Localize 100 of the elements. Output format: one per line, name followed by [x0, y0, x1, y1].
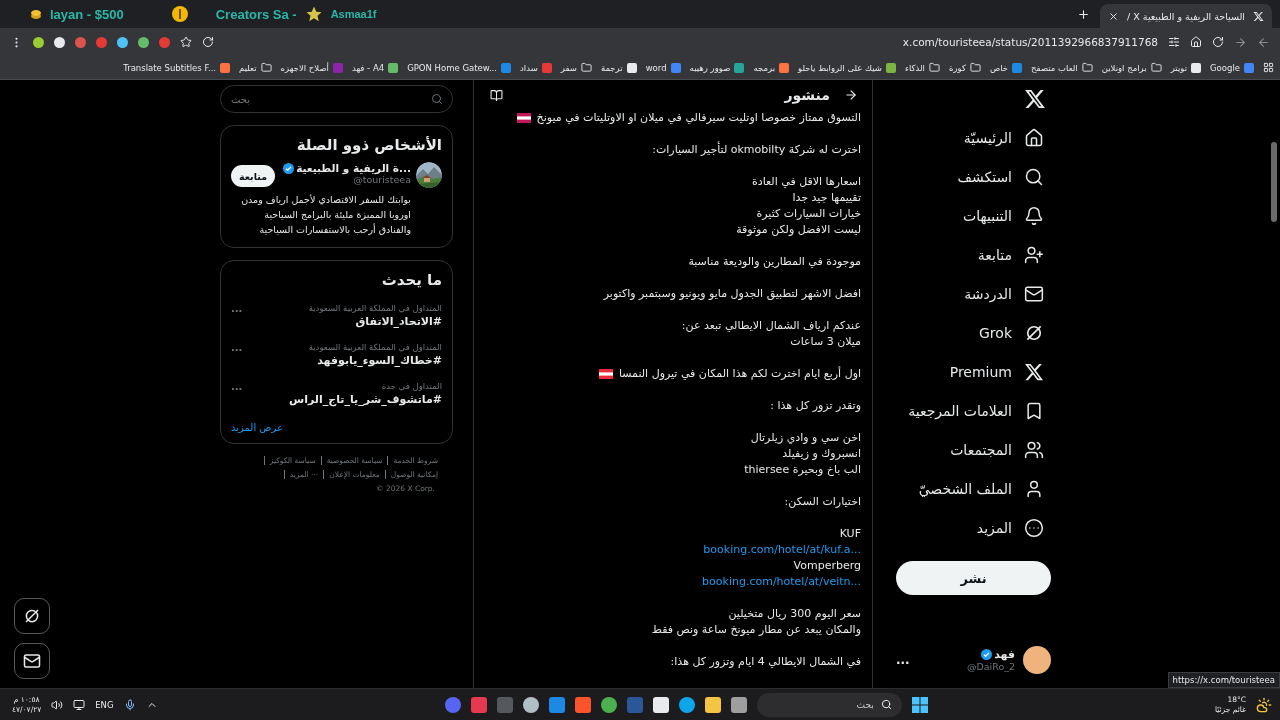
- page-title: منشور: [784, 87, 830, 103]
- bookmark-item[interactable]: ترجمة: [600, 62, 637, 73]
- home-icon[interactable]: [1190, 36, 1202, 48]
- app-icon[interactable]: [678, 696, 695, 713]
- trend-context: المتداول في المملكة العربية السعودية: [308, 342, 442, 352]
- more-icon: [1024, 517, 1044, 538]
- nav-item[interactable]: المجتمعات: [896, 430, 1051, 469]
- nav-item[interactable]: Premium: [896, 352, 1051, 391]
- speaker-icon[interactable]: [51, 698, 64, 711]
- avatar[interactable]: [1023, 646, 1051, 674]
- app-icon[interactable]: [600, 696, 617, 713]
- windows-logo-icon[interactable]: [911, 696, 928, 713]
- post-link[interactable]: booking.com/hotel/at/veitn...: [702, 574, 861, 590]
- site-icon: [541, 62, 552, 73]
- browser-tab[interactable]: السياحة الريفية و الطبيعية X /: [1100, 4, 1272, 28]
- reload-icon[interactable]: [1212, 36, 1224, 48]
- reader-icon[interactable]: [490, 88, 503, 102]
- bookmark-item[interactable]: كورة: [948, 62, 981, 73]
- follow-button[interactable]: متابعة: [231, 165, 276, 187]
- nav-item[interactable]: Grok: [896, 313, 1051, 352]
- bookmark-item[interactable]: تويتر: [1170, 62, 1201, 73]
- post-text: اخن سي و وادي زيلرتال: [750, 430, 861, 446]
- site-settings-icon[interactable]: [1168, 36, 1180, 48]
- bookmark-item[interactable]: خاص: [989, 62, 1023, 73]
- app-icon[interactable]: [730, 696, 747, 713]
- flag-icon: [598, 369, 613, 379]
- back-icon[interactable]: [1257, 35, 1270, 49]
- bookmark-item[interactable]: شيك على الروابط ياحلو: [798, 62, 896, 73]
- microphone-icon[interactable]: [123, 698, 136, 711]
- weather-icon: [1256, 696, 1272, 713]
- bookmark-item[interactable]: Translate Subtitles F...: [123, 62, 231, 73]
- site-icon: [670, 62, 681, 73]
- bookmark-item[interactable]: تعليم: [239, 62, 272, 73]
- bookmark-item[interactable]: سفر: [560, 62, 592, 73]
- language-indicator[interactable]: ENG: [95, 699, 114, 710]
- post-text: الب باخ وبحيرة thiersee: [744, 462, 861, 478]
- grok-button[interactable]: [14, 598, 50, 634]
- bookmark-item[interactable]: برمجه: [753, 62, 790, 73]
- trend-context: المتداول في جدة: [381, 381, 442, 391]
- taskbar-search[interactable]: بحث: [756, 692, 902, 717]
- trend-hashtag[interactable]: #ماتشوف_شر_يا_تاج_الراس: [289, 393, 442, 406]
- nav-item[interactable]: استكشف: [896, 157, 1051, 196]
- show-more-link[interactable]: عرض المزيد: [231, 422, 283, 433]
- app-icon[interactable]: [652, 696, 669, 713]
- bookmark-item[interactable]: أصلاح الاجهزه: [280, 62, 343, 73]
- back-arrow-icon[interactable]: [844, 88, 858, 102]
- address-text[interactable]: x.com/touristeea/status/2011392966837911768: [902, 36, 1158, 48]
- bookmark-item[interactable]: صوور رهيبه: [689, 62, 745, 73]
- bookmark-item[interactable]: GPON Home Gatew...: [407, 62, 512, 73]
- more-options[interactable]: ...: [231, 303, 243, 314]
- bookmark-item[interactable]: Google: [1210, 62, 1254, 73]
- more-options[interactable]: ...: [231, 381, 243, 392]
- post-text: عندكم ارياف الشمال الايطالي تبعد عن:: [681, 318, 861, 334]
- star-icon[interactable]: [180, 36, 192, 48]
- account-menu[interactable]: ...: [896, 653, 910, 667]
- nav-item[interactable]: العلامات المرجعية: [896, 391, 1051, 430]
- site-icon: [734, 62, 745, 73]
- account-name: فهد: [994, 648, 1015, 661]
- extension-icon[interactable]: [117, 36, 128, 48]
- post-text: اول أربع ايام اخترت لكم هذا المكان في تيرول النمسا: [618, 366, 861, 382]
- app-icon[interactable]: [522, 696, 539, 713]
- post-text: Vomperberg: [793, 558, 861, 574]
- status-url: https://x.com/touristeea: [1167, 672, 1280, 688]
- bookmark-item[interactable]: العاب متصفح: [1031, 62, 1093, 73]
- network-icon[interactable]: [73, 698, 86, 711]
- scrollbar-thumb[interactable]: [1271, 142, 1277, 222]
- app-icon[interactable]: [704, 696, 721, 713]
- star-icon: [304, 5, 323, 23]
- user-name[interactable]: ...ة الريفية و الطبيعية: [296, 162, 411, 174]
- bookmark-item[interactable]: سداد: [520, 62, 552, 73]
- nav-item[interactable]: التنبيهات: [896, 196, 1051, 235]
- nav-item[interactable]: الرئيسيّة: [896, 118, 1051, 157]
- nav-item[interactable]: الدردشة: [896, 274, 1051, 313]
- trend-hashtag[interactable]: #الاتحاد_الاتفاق: [355, 315, 442, 328]
- refresh-icon[interactable]: [202, 36, 214, 48]
- forward-icon[interactable]: [1234, 35, 1247, 49]
- site-icon: [388, 62, 399, 73]
- nav-item[interactable]: متابعة: [896, 235, 1051, 274]
- extension-icon[interactable]: [54, 36, 65, 48]
- bookmark-item[interactable]: word: [645, 62, 681, 73]
- nav-item[interactable]: المزيد: [896, 508, 1051, 547]
- post-text: في الشمال الايطالي 4 ايام وتزور كل هذا:: [670, 654, 861, 670]
- messages-button[interactable]: [14, 643, 50, 679]
- extension-icon[interactable]: [138, 36, 149, 48]
- extension-icon[interactable]: [33, 36, 44, 48]
- bookmark-item[interactable]: الذكاء: [904, 62, 940, 73]
- more-options[interactable]: ...: [231, 342, 243, 353]
- x-logo-icon: [1024, 88, 1046, 110]
- search-field[interactable]: بحث: [220, 85, 453, 113]
- bookmark-item[interactable]: برامج اونلاين: [1101, 62, 1162, 73]
- apps-grid-icon[interactable]: [1263, 62, 1274, 73]
- folder-icon: [969, 62, 981, 73]
- post-link[interactable]: booking.com/hotel/at/kuf.a...: [703, 542, 861, 558]
- close-icon[interactable]: [1108, 10, 1120, 22]
- trend-hashtag[interactable]: #خطاك_السوء_يابوفهد: [317, 354, 442, 367]
- nav-item[interactable]: الملف الشخصيّ: [896, 469, 1051, 508]
- bookmark-item[interactable]: فهد - A4: [351, 62, 399, 73]
- post-text: وتقدر تزور كل هذا :: [770, 398, 861, 414]
- post-text: والمكان يبعد عن مطار ميونخ ساعة ونص فقط: [651, 622, 861, 638]
- post-button[interactable]: نشر: [896, 561, 1051, 595]
